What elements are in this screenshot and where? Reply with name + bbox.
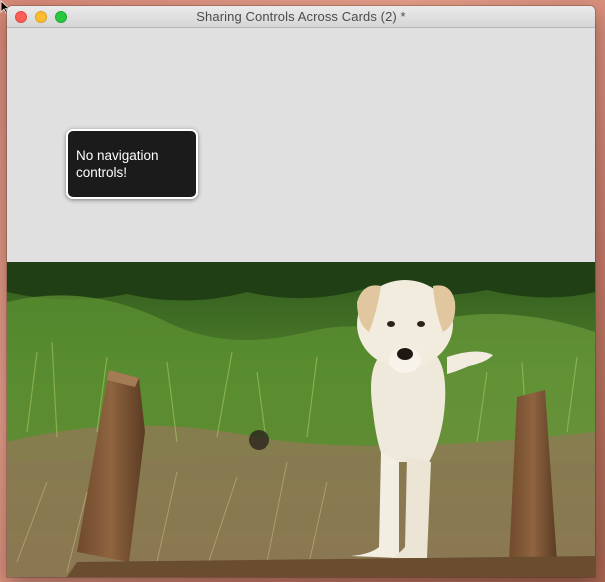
title-bar[interactable]: Sharing Controls Across Cards (2) * [7, 6, 595, 28]
card-area: No navigation controls! [7, 28, 595, 262]
puppy-photo [7, 262, 595, 577]
info-callout: No navigation controls! [66, 129, 198, 199]
window-title: Sharing Controls Across Cards (2) * [196, 9, 406, 24]
app-window: Sharing Controls Across Cards (2) * No n… [7, 6, 595, 577]
